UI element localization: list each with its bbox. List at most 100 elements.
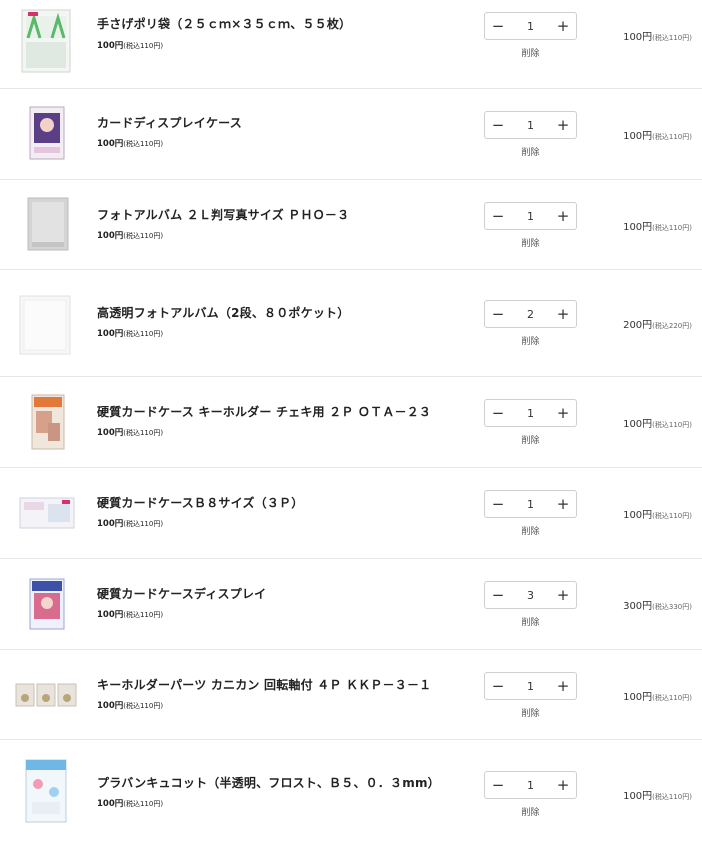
subtotal-value: 100円 — [623, 222, 653, 233]
quantity-stepper: − 1 + — [484, 672, 577, 700]
price-value: 100円 — [97, 139, 124, 149]
product-name[interactable]: キーホルダーパーツ カニカン 回転軸付 ４Ｐ ＫＫＰ－３－１ — [97, 676, 431, 693]
cart-item: フォトアルバム ２Ｌ判写真サイズ ＰＨＯ－３ 100円(税込110円) − 1 … — [0, 180, 702, 269]
price-tax: (税込110円) — [123, 42, 164, 50]
delete-link[interactable]: 削除 — [484, 145, 577, 158]
unit-price: 100円(税込110円) — [97, 229, 163, 241]
price-value: 100円 — [97, 41, 124, 51]
product-image[interactable] — [14, 190, 78, 256]
product-name[interactable]: 硬質カードケース キーホルダー チェキ用 ２Ｐ ＯＴＡ－２３ — [97, 403, 431, 420]
product-name[interactable]: プラバンキュコット（半透明、フロスト、Ｂ５、０．３mm） — [97, 774, 440, 791]
minus-icon[interactable]: − — [485, 112, 511, 138]
product-image[interactable] — [14, 101, 78, 167]
cart-item: プラバンキュコット（半透明、フロスト、Ｂ５、０．３mm） 100円(税込110円… — [0, 740, 702, 843]
cart-item: 手さげポリ袋（２５ｃｍ×３５ｃｍ、５５枚） 100円(税込110円) − 1 +… — [0, 0, 702, 88]
subtotal-tax: (税込110円) — [652, 224, 692, 232]
subtotal: 100円(税込110円) — [623, 688, 692, 703]
product-image[interactable] — [14, 292, 78, 358]
quantity-stepper: − 1 + — [484, 12, 577, 40]
product-image[interactable] — [14, 480, 78, 546]
product-name[interactable]: 高透明フォトアルバム（2段、８０ポケット） — [97, 304, 349, 321]
unit-price: 100円(税込110円) — [97, 327, 163, 339]
delete-link[interactable]: 削除 — [484, 334, 577, 347]
product-image[interactable] — [14, 571, 78, 637]
product-image[interactable] — [14, 758, 78, 824]
unit-price: 100円(税込110円) — [97, 137, 163, 149]
unit-price: 100円(税込110円) — [97, 608, 163, 620]
price-tax: (税込110円) — [123, 140, 164, 148]
delete-link[interactable]: 削除 — [484, 615, 577, 628]
plus-icon[interactable]: + — [550, 112, 576, 138]
subtotal-value: 100円 — [623, 131, 653, 142]
delete-link[interactable]: 削除 — [484, 236, 577, 249]
subtotal: 100円(税込110円) — [623, 415, 692, 430]
plus-icon[interactable]: + — [550, 400, 576, 426]
product-name[interactable]: 硬質カードケースＢ８サイズ（３Ｐ） — [97, 494, 303, 511]
plus-icon[interactable]: + — [550, 582, 576, 608]
quantity-value[interactable]: 1 — [511, 119, 550, 132]
product-image[interactable] — [14, 8, 78, 74]
product-name[interactable]: フォトアルバム ２Ｌ判写真サイズ ＰＨＯ－３ — [97, 206, 349, 223]
product-name[interactable]: 硬質カードケースディスプレイ — [97, 585, 266, 602]
subtotal-tax: (税込110円) — [652, 421, 692, 429]
minus-icon[interactable]: − — [485, 673, 511, 699]
quantity-stepper: − 2 + — [484, 300, 577, 328]
price-value: 100円 — [97, 519, 124, 529]
price-tax: (税込110円) — [123, 429, 164, 437]
delete-link[interactable]: 削除 — [484, 524, 577, 537]
subtotal-value: 200円 — [623, 320, 653, 331]
quantity-stepper: − 1 + — [484, 771, 577, 799]
price-value: 100円 — [97, 610, 124, 620]
subtotal-tax: (税込110円) — [652, 793, 692, 801]
delete-link[interactable]: 削除 — [484, 805, 577, 818]
product-name[interactable]: 手さげポリ袋（２５ｃｍ×３５ｃｍ、５５枚） — [97, 15, 351, 32]
minus-icon[interactable]: − — [485, 772, 511, 798]
minus-icon[interactable]: − — [485, 301, 511, 327]
subtotal: 100円(税込110円) — [623, 28, 692, 43]
price-tax: (税込110円) — [123, 520, 164, 528]
subtotal: 100円(税込110円) — [623, 218, 692, 233]
quantity-stepper: − 1 + — [484, 111, 577, 139]
subtotal: 100円(税込110円) — [623, 127, 692, 142]
minus-icon[interactable]: − — [485, 203, 511, 229]
subtotal: 300円(税込330円) — [623, 597, 692, 612]
minus-icon[interactable]: − — [485, 582, 511, 608]
cart-item: カードディスプレイケース 100円(税込110円) − 1 + 削除 100円(… — [0, 89, 702, 179]
quantity-value[interactable]: 1 — [511, 680, 550, 693]
quantity-value[interactable]: 1 — [511, 779, 550, 792]
plus-icon[interactable]: + — [550, 301, 576, 327]
quantity-value[interactable]: 1 — [511, 210, 550, 223]
price-value: 100円 — [97, 231, 124, 241]
delete-link[interactable]: 削除 — [484, 433, 577, 446]
quantity-value[interactable]: 2 — [511, 308, 550, 321]
plus-icon[interactable]: + — [550, 13, 576, 39]
subtotal-tax: (税込110円) — [652, 512, 692, 520]
quantity-value[interactable]: 1 — [511, 20, 550, 33]
product-name[interactable]: カードディスプレイケース — [97, 114, 242, 131]
product-image[interactable] — [14, 662, 78, 728]
price-tax: (税込110円) — [123, 611, 164, 619]
plus-icon[interactable]: + — [550, 772, 576, 798]
plus-icon[interactable]: + — [550, 203, 576, 229]
quantity-value[interactable]: 3 — [511, 589, 550, 602]
subtotal: 100円(税込110円) — [623, 787, 692, 802]
unit-price: 100円(税込110円) — [97, 517, 163, 529]
delete-link[interactable]: 削除 — [484, 706, 577, 719]
quantity-value[interactable]: 1 — [511, 498, 550, 511]
quantity-stepper: − 3 + — [484, 581, 577, 609]
minus-icon[interactable]: − — [485, 491, 511, 517]
quantity-stepper: − 1 + — [484, 202, 577, 230]
plus-icon[interactable]: + — [550, 491, 576, 517]
unit-price: 100円(税込110円) — [97, 797, 163, 809]
unit-price: 100円(税込110円) — [97, 39, 163, 51]
plus-icon[interactable]: + — [550, 673, 576, 699]
minus-icon[interactable]: − — [485, 13, 511, 39]
product-image[interactable] — [14, 389, 78, 455]
quantity-value[interactable]: 1 — [511, 407, 550, 420]
unit-price: 100円(税込110円) — [97, 426, 163, 438]
subtotal-tax: (税込220円) — [652, 322, 692, 330]
subtotal-value: 100円 — [623, 510, 653, 521]
delete-link[interactable]: 削除 — [484, 46, 577, 59]
subtotal-tax: (税込110円) — [652, 694, 692, 702]
minus-icon[interactable]: − — [485, 400, 511, 426]
